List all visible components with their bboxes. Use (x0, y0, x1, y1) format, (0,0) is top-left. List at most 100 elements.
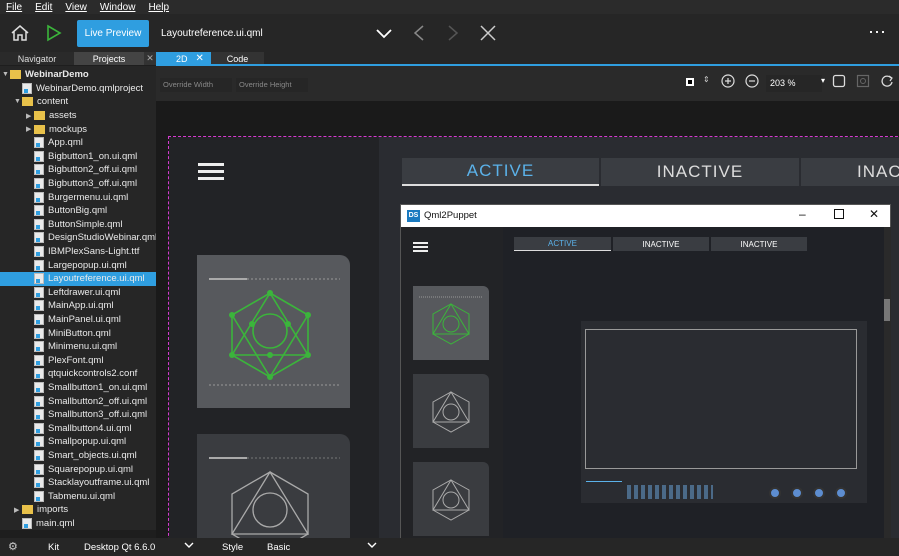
expand-arrow-icon[interactable]: ▼ (14, 98, 22, 105)
puppet-tab-inactive-2[interactable]: INACTIVE (711, 237, 807, 251)
gear-icon[interactable]: ⚙ (8, 540, 18, 553)
tree-item[interactable]: Burgermenu.ui.qml (0, 190, 156, 204)
tree-item-label: Smallbutton3_off.ui.qml (48, 409, 148, 421)
project-tree: ▼ WebinarDemo WebinarDemo.qmlproject ▼ conte… (0, 66, 157, 531)
tree-item[interactable]: Bigbutton3_off.ui.qml (0, 177, 156, 191)
chevron-down-icon[interactable] (183, 539, 195, 554)
tab-projects[interactable]: Projects (74, 52, 144, 65)
qml2puppet-window[interactable]: DS Qml2Puppet – ✕ ACTIVE INACTIVE INACTI… (400, 204, 891, 552)
close-tab-icon[interactable]: ✕ (144, 52, 156, 65)
puppet-knob[interactable] (835, 487, 847, 499)
tree-item[interactable]: main.qml (0, 517, 156, 531)
tree-item[interactable]: Smallbutton2_off.ui.qml (0, 394, 156, 408)
tree-item[interactable]: Minimenu.ui.qml (0, 340, 156, 354)
tree-item[interactable]: Smallbutton4.ui.qml (0, 422, 156, 436)
file-selector[interactable]: Layoutreference.ui.qml (155, 20, 399, 47)
tree-item[interactable]: Largepopup.ui.qml (0, 258, 156, 272)
back-icon[interactable] (413, 25, 425, 46)
puppet-big-button[interactable] (413, 374, 489, 448)
kit-select[interactable]: Desktop Qt 6.6.0 (84, 542, 155, 553)
menu-view[interactable]: View (65, 2, 87, 13)
tree-item[interactable]: MainPanel.ui.qml (0, 313, 156, 327)
tree-item[interactable]: MainApp.ui.qml (0, 299, 156, 313)
menu-file[interactable]: File (6, 2, 22, 13)
tree-item[interactable]: qtquickcontrols2.conf (0, 367, 156, 381)
more-icon[interactable]: ⋯ (868, 22, 886, 43)
zoom-select[interactable]: 203 % ▾ (766, 75, 825, 92)
tree-item[interactable]: IBMPlexSans-Light.ttf (0, 245, 156, 259)
chevron-down-icon[interactable] (376, 27, 392, 45)
tree-item[interactable]: ▶ imports (0, 503, 156, 517)
tree-item-label: IBMPlexSans-Light.ttf (48, 246, 140, 258)
expand-arrow-icon[interactable]: ▶ (14, 506, 22, 514)
hamburger-menu-icon[interactable] (413, 239, 428, 257)
chevron-down-icon[interactable] (366, 539, 378, 554)
hamburger-menu-icon[interactable] (198, 163, 224, 186)
tree-item[interactable]: ▼ WebinarDemo (0, 68, 156, 82)
tree-item[interactable]: Smallpopup.ui.qml (0, 435, 156, 449)
home-icon[interactable] (10, 24, 30, 47)
tree-item[interactable]: PlexFont.qml (0, 354, 156, 368)
big-button-active[interactable] (197, 255, 350, 408)
tree-item[interactable]: Leftdrawer.ui.qml (0, 286, 156, 300)
puppet-panel-line (586, 481, 622, 482)
tree-item[interactable]: ▶ assets (0, 109, 156, 123)
tab-navigator[interactable]: Navigator (0, 52, 74, 65)
close-icon[interactable]: ✕ (196, 53, 204, 64)
minimize-icon[interactable]: – (799, 207, 806, 221)
style-select[interactable]: Basic (267, 542, 290, 553)
canvas-tab-inactive[interactable]: INACTIVE (601, 158, 799, 186)
puppet-scrollbar[interactable] (884, 227, 891, 552)
menu-help[interactable]: Help (148, 2, 169, 13)
tree-item[interactable]: Smart_objects.ui.qml (0, 449, 156, 463)
canvas-tab-active[interactable]: ACTIVE (402, 158, 599, 186)
puppet-big-button-2[interactable] (413, 462, 489, 536)
tree-item[interactable]: Stacklayoutframe.ui.qml (0, 476, 156, 490)
tree-item[interactable]: DesignStudioWebinar.qml (0, 231, 157, 245)
close-document-icon[interactable] (480, 25, 496, 46)
tree-item[interactable]: ButtonBig.qml (0, 204, 156, 218)
zoom-out-icon[interactable] (745, 74, 759, 90)
tree-item-label: Smart_objects.ui.qml (48, 450, 137, 462)
fit-icon[interactable] (832, 74, 846, 90)
tree-item[interactable]: Tabmenu.ui.qml (0, 490, 156, 504)
canvas-tab-inactive-2[interactable]: INAC (801, 158, 899, 186)
tree-item[interactable]: WebinarDemo.qmlproject (0, 82, 156, 96)
tree-item[interactable]: Bigbutton1_on.ui.qml (0, 150, 156, 164)
refresh-icon[interactable] (880, 74, 894, 90)
tree-item[interactable]: Smallbutton3_off.ui.qml (0, 408, 156, 422)
tree-item[interactable]: Layoutreference.ui.qml (0, 272, 156, 286)
tree-item[interactable]: Squarepopup.ui.qml (0, 462, 156, 476)
override-height-input[interactable]: Override Height (236, 78, 308, 92)
override-width-input[interactable]: Override Width (160, 78, 232, 92)
forward-icon[interactable] (447, 25, 459, 46)
live-preview-button[interactable]: Live Preview (77, 20, 149, 47)
zoom-in-icon[interactable] (721, 74, 735, 90)
tree-item-label: Stacklayoutframe.ui.qml (48, 477, 150, 489)
tree-item[interactable]: ▼ content (0, 95, 156, 109)
maximize-icon[interactable] (834, 209, 844, 219)
tree-item[interactable]: ▶ mockups (0, 122, 156, 136)
expand-arrow-icon[interactable]: ▼ (2, 71, 10, 78)
reset-view-icon[interactable] (856, 74, 870, 90)
close-window-icon[interactable]: ✕ (869, 207, 879, 221)
puppet-knob[interactable] (769, 487, 781, 499)
puppet-tab-active[interactable]: ACTIVE (514, 237, 611, 251)
big-button-inactive[interactable] (197, 434, 350, 538)
tree-item[interactable]: App.qml (0, 136, 156, 150)
tree-item[interactable]: ButtonSimple.qml (0, 218, 156, 232)
menu-edit[interactable]: Edit (35, 2, 52, 13)
background-color-icon[interactable] (686, 78, 694, 86)
puppet-knob[interactable] (791, 487, 803, 499)
puppet-big-button-active[interactable] (413, 286, 489, 360)
tree-item[interactable]: Bigbutton2_off.ui.qml (0, 163, 156, 177)
run-icon[interactable] (46, 24, 62, 47)
tree-item[interactable]: Smallbutton1_on.ui.qml (0, 381, 156, 395)
spin-icon[interactable]: ⇕ (703, 75, 710, 84)
puppet-knob[interactable] (813, 487, 825, 499)
menu-window[interactable]: Window (100, 2, 136, 13)
expand-arrow-icon[interactable]: ▶ (26, 112, 34, 120)
tree-item[interactable]: MiniButton.qml (0, 326, 156, 340)
expand-arrow-icon[interactable]: ▶ (26, 125, 34, 133)
puppet-tab-inactive[interactable]: INACTIVE (613, 237, 709, 251)
